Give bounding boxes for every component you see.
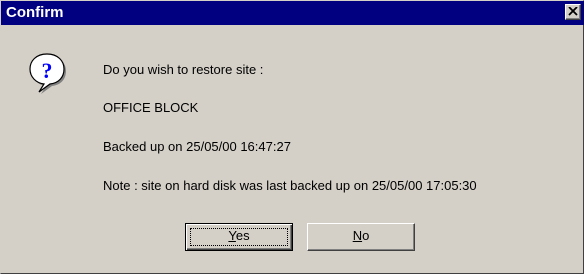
no-button[interactable]: No [307, 223, 415, 251]
backup-info-text: Backed up on 25/05/00 16:47:27 [103, 139, 291, 154]
no-label-rest: o [362, 228, 370, 243]
prompt-text: Do you wish to restore site : [103, 62, 264, 77]
yes-button-label: Yes [228, 228, 249, 243]
close-button[interactable] [565, 4, 581, 20]
window-title: Confirm [6, 4, 64, 21]
note-text: Note : site on hard disk was last backed… [103, 178, 477, 193]
yes-button[interactable]: Yes [185, 223, 293, 251]
close-icon [568, 7, 578, 16]
yes-label-rest: es [235, 228, 250, 243]
question-icon: ? [29, 53, 66, 94]
title-bar[interactable]: Confirm [1, 1, 584, 25]
yes-mnemonic: Y [228, 228, 236, 243]
svg-text:?: ? [42, 58, 53, 83]
no-button-label: No [353, 228, 370, 243]
confirm-dialog: Confirm ? Do you wish to restore site : … [0, 0, 584, 274]
site-name-text: OFFICE BLOCK [103, 100, 199, 115]
no-mnemonic: N [352, 228, 363, 243]
